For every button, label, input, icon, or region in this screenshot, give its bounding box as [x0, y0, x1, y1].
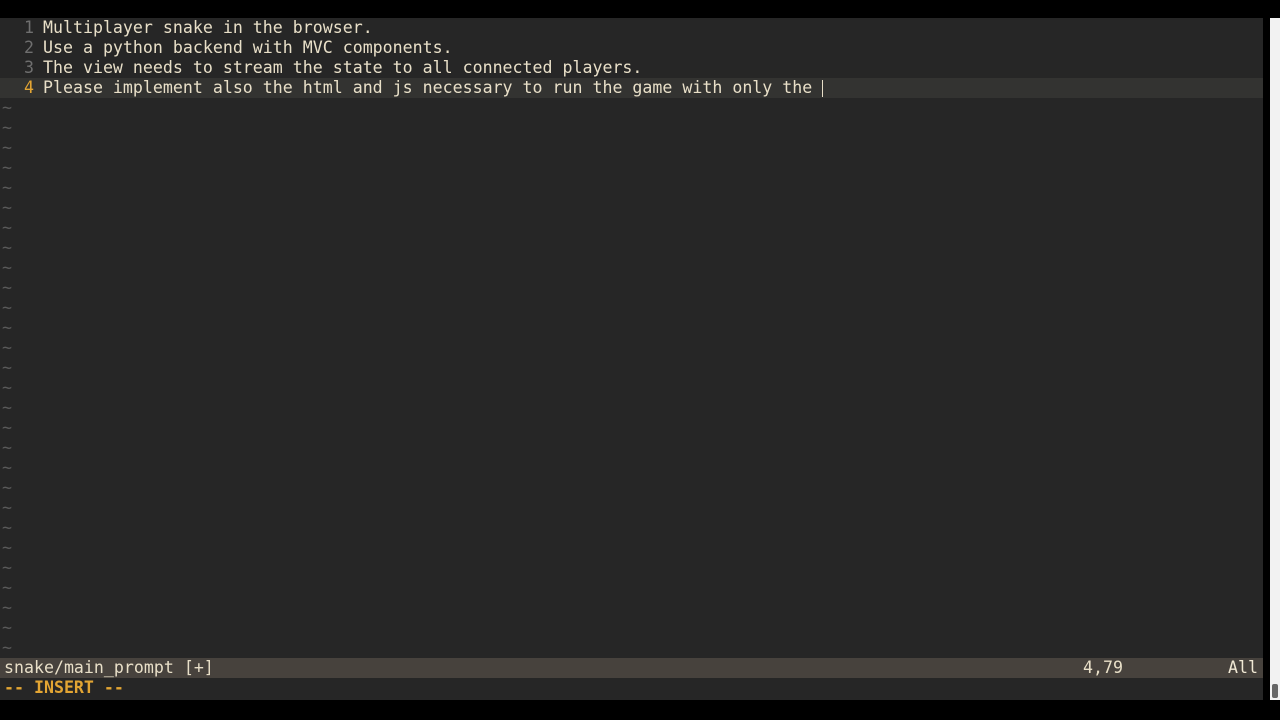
empty-line-marker: ~ [2, 98, 12, 117]
empty-lines: ~ ~ ~ ~ ~ ~ ~ ~ ~ ~ ~ ~ ~ ~ ~ ~ ~ ~ ~ ~ ~ ~ ~ ~ ~ ~ ~ ~ [0, 98, 1263, 658]
empty-line-marker: ~ [2, 538, 12, 557]
empty-line-marker: ~ [2, 238, 12, 257]
empty-line-marker: ~ [2, 638, 12, 657]
buffer-line-current[interactable]: 4 Please implement also the html and js n… [0, 78, 1263, 98]
line-text: The view needs to stream the state to al… [43, 58, 643, 77]
empty-line-marker: ~ [2, 518, 12, 537]
buffer-line[interactable]: 3 The view needs to stream the state to a… [0, 58, 1263, 78]
empty-line-marker: ~ [2, 558, 12, 577]
buffer-line[interactable]: 2 Use a python backend with MVC component… [0, 38, 1263, 58]
line-text: Use a python backend with MVC components… [43, 38, 453, 57]
empty-line-marker: ~ [2, 138, 12, 157]
empty-line-marker: ~ [2, 318, 12, 337]
line-number: 3 [24, 58, 34, 77]
line-number: 1 [24, 18, 34, 37]
status-scroll-percent: All [1228, 658, 1258, 677]
empty-line-marker: ~ [2, 498, 12, 517]
empty-line-marker: ~ [2, 258, 12, 277]
buffer-line[interactable]: 1 Multiplayer snake in the browser. [0, 18, 1263, 38]
scrollbar-thumb[interactable] [1272, 684, 1278, 698]
empty-line-marker: ~ [2, 198, 12, 217]
mode-indicator: -- INSERT -- [4, 678, 124, 697]
empty-line-marker: ~ [2, 578, 12, 597]
empty-line-marker: ~ [2, 118, 12, 137]
empty-line-marker: ~ [2, 398, 12, 417]
line-number: 4 [24, 78, 34, 97]
empty-line-marker: ~ [2, 338, 12, 357]
empty-line-marker: ~ [2, 298, 12, 317]
text-buffer[interactable]: 1 Multiplayer snake in the browser. 2 Use … [0, 18, 1263, 658]
empty-line-marker: ~ [2, 278, 12, 297]
empty-line-marker: ~ [2, 358, 12, 377]
empty-line-marker: ~ [2, 618, 12, 637]
scrollbar-track[interactable] [1270, 18, 1280, 700]
empty-line-marker: ~ [2, 418, 12, 437]
empty-line-marker: ~ [2, 598, 12, 617]
line-text: Multiplayer snake in the browser. [43, 18, 373, 37]
empty-line-marker: ~ [2, 458, 12, 477]
empty-line-marker: ~ [2, 178, 12, 197]
line-text: Please implement also the html and js ne… [43, 78, 823, 97]
line-number: 2 [24, 38, 34, 57]
empty-line-marker: ~ [2, 378, 12, 397]
text-cursor [822, 80, 824, 97]
status-filename: snake/main_prompt [+] [4, 658, 214, 677]
empty-line-marker: ~ [2, 478, 12, 497]
empty-line-marker: ~ [2, 158, 12, 177]
status-cursor-position: 4,79 [1083, 658, 1123, 677]
empty-line-marker: ~ [2, 438, 12, 457]
status-line: snake/main_prompt [+] 4,79 All [0, 658, 1263, 678]
vim-editor[interactable]: 1 Multiplayer snake in the browser. 2 Use … [0, 18, 1263, 700]
empty-line-marker: ~ [2, 218, 12, 237]
